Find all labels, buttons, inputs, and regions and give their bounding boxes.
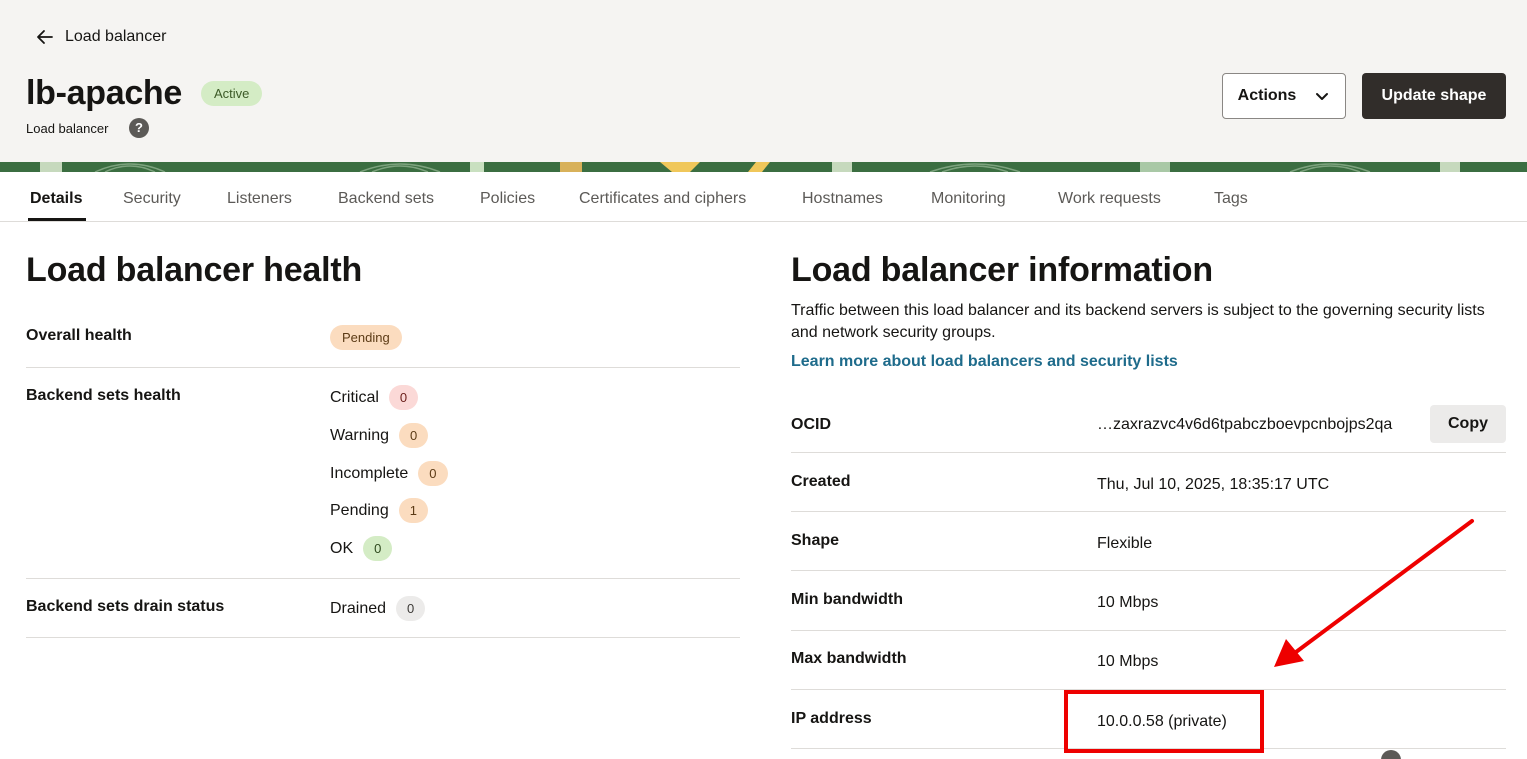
actions-button[interactable]: Actions: [1222, 73, 1346, 119]
health-count-incomplete: Incomplete 0: [330, 461, 448, 486]
update-shape-button[interactable]: Update shape: [1362, 73, 1506, 119]
health-count-warning: Warning 0: [330, 423, 429, 448]
ocid-label: OCID: [791, 416, 831, 433]
tab-work-requests[interactable]: Work requests: [1058, 190, 1161, 208]
active-tab-indicator: [28, 218, 86, 221]
overall-health-label: Overall health: [26, 327, 132, 344]
min-bandwidth-value: 10 Mbps: [1097, 594, 1159, 611]
health-count-pending: Pending 1: [330, 498, 428, 523]
info-section-title: Load balancer information: [791, 251, 1213, 289]
health-count-label: Pending: [330, 501, 389, 519]
page-title: lb-apache: [26, 74, 183, 112]
copy-ocid-button[interactable]: Copy: [1430, 405, 1506, 443]
decorative-banner: [0, 162, 1527, 172]
ip-address-label: IP address: [791, 710, 872, 727]
health-count-label: OK: [330, 539, 354, 557]
arrow-left-icon: [37, 30, 53, 44]
divider: [791, 452, 1506, 453]
back-link[interactable]: Load balancer: [35, 27, 166, 47]
learn-more-link[interactable]: Learn more about load balancers and secu…: [791, 353, 1178, 371]
info-description: Traffic between this load balancer and i…: [791, 302, 1485, 341]
health-section-title: Load balancer health: [26, 251, 363, 289]
overall-health-value: Pending: [330, 325, 402, 350]
overall-health-badge: Pending: [330, 325, 402, 350]
tab-security[interactable]: Security: [123, 190, 181, 208]
drain-status: Drained 0: [330, 596, 426, 621]
divider: [26, 578, 740, 579]
drain-status-label: Backend sets drain status: [26, 598, 225, 615]
tab-bar: Details Security Listeners Backend sets …: [0, 172, 1527, 222]
shape-label: Shape: [791, 532, 840, 549]
drain-status-badge: 0: [396, 596, 426, 621]
divider: [26, 367, 740, 368]
divider: [791, 511, 1506, 512]
health-count-label: Critical: [330, 388, 379, 406]
health-count-critical: Critical 0: [330, 385, 419, 410]
drain-status-value: Drained: [330, 599, 387, 617]
shape-value: Flexible: [1097, 535, 1153, 552]
annotation-highlight-box: [1064, 690, 1264, 753]
chevron-down-icon: [1316, 93, 1329, 100]
health-count-badge: 1: [398, 498, 428, 523]
created-value: Thu, Jul 10, 2025, 18:35:17 UTC: [1097, 476, 1330, 493]
tab-tags[interactable]: Tags: [1214, 190, 1248, 208]
health-count-label: Incomplete: [330, 464, 409, 482]
tab-monitoring[interactable]: Monitoring: [931, 190, 1006, 208]
tab-backend-sets[interactable]: Backend sets: [338, 190, 434, 208]
max-bandwidth-label: Max bandwidth: [791, 650, 907, 667]
health-count-badge: 0: [363, 536, 393, 561]
actions-button-label: Actions: [1237, 87, 1297, 104]
tab-certificates-and-ciphers[interactable]: Certificates and ciphers: [579, 190, 746, 208]
back-link-label: Load balancer: [65, 28, 167, 45]
tab-details[interactable]: Details: [30, 190, 82, 208]
ocid-value: …zaxrazvc4v6d6tpabczboevpcnbojps2qa: [1097, 416, 1393, 433]
help-icon[interactable]: ?: [129, 118, 149, 138]
health-count-ok: OK 0: [330, 536, 393, 561]
health-count-label: Warning: [330, 426, 389, 444]
health-count-badge: 0: [418, 461, 448, 486]
page-header: Load balancer lb-apache Active Load bala…: [0, 0, 1527, 162]
divider: [26, 637, 740, 638]
annotation-arrow-icon: [1274, 519, 1474, 667]
health-count-badge: 0: [398, 423, 429, 448]
created-label: Created: [791, 473, 851, 490]
help-icon[interactable]: [1381, 750, 1401, 759]
max-bandwidth-value: 10 Mbps: [1097, 653, 1159, 670]
tab-policies[interactable]: Policies: [480, 190, 535, 208]
status-badge: Active: [201, 81, 263, 106]
health-count-badge: 0: [388, 385, 419, 410]
tab-hostnames[interactable]: Hostnames: [802, 190, 883, 208]
tab-listeners[interactable]: Listeners: [227, 190, 292, 208]
backend-sets-health-label: Backend sets health: [26, 387, 181, 404]
min-bandwidth-label: Min bandwidth: [791, 591, 903, 608]
resource-type-label: Load balancer: [26, 121, 109, 136]
